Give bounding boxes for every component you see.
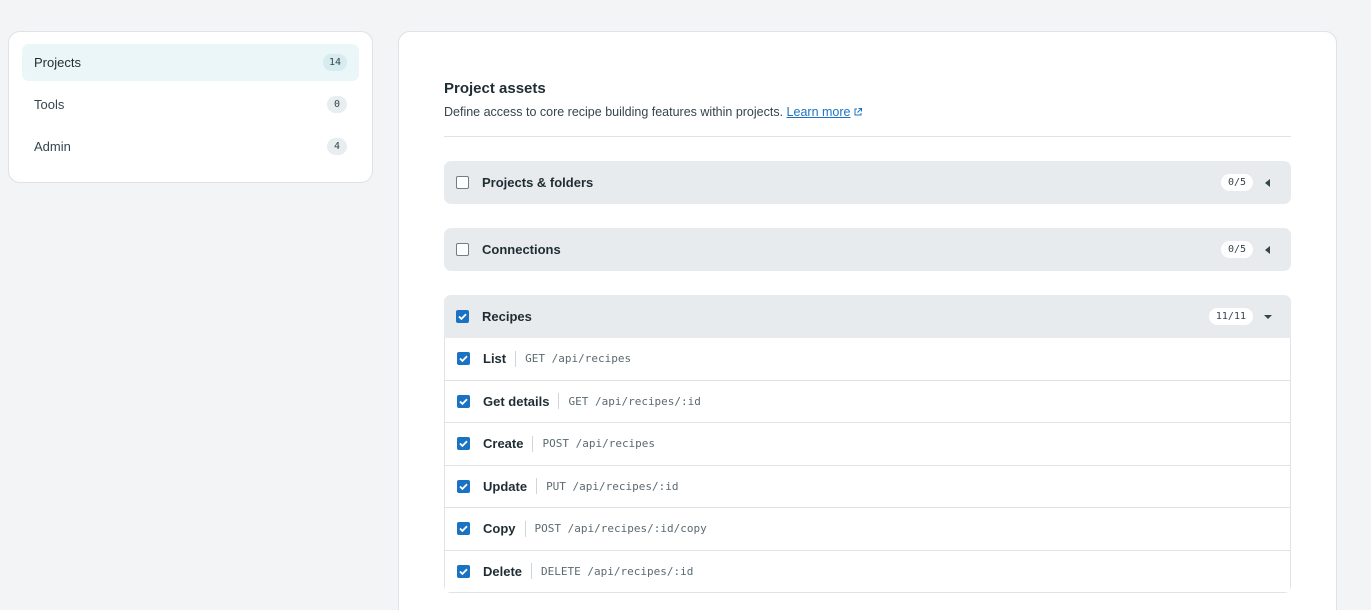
group-count-badge: 0/5 (1220, 174, 1253, 191)
sidebar-item-tools[interactable]: Tools 0 (22, 86, 359, 123)
op-endpoint: POST /api/recipes (542, 437, 656, 451)
recipe-op-row: Copy POST /api/recipes/:id/copy (444, 508, 1291, 551)
page-title: Project assets (444, 80, 546, 97)
op-checkbox[interactable] (457, 479, 470, 493)
group-projects-folders: Projects & folders 0/5 (444, 161, 1291, 204)
op-endpoint: PUT /api/recipes/:id (546, 479, 679, 493)
group-count-badge: 0/5 (1220, 241, 1253, 258)
op-separator (524, 520, 526, 537)
sidebar-item-count: 0 (327, 96, 347, 113)
external-link-icon (854, 108, 863, 116)
sidebar-item-label: Admin (34, 139, 71, 154)
op-checkbox[interactable] (457, 564, 470, 578)
op-endpoint: GET /api/recipes (525, 352, 632, 366)
group-label: Connections (482, 242, 561, 257)
op-name: Create (483, 436, 524, 452)
op-checkbox[interactable] (457, 352, 470, 366)
sidebar-item-admin[interactable]: Admin 4 (22, 128, 359, 165)
subtitle-text: Define access to core recipe building fe… (444, 105, 784, 119)
group-label: Projects & folders (482, 175, 594, 190)
op-name: Get details (483, 393, 550, 409)
op-separator (558, 393, 560, 410)
group-header[interactable]: Connections 0/5 (444, 228, 1291, 271)
caret-left-icon[interactable] (1257, 175, 1279, 191)
sidebar-item-label: Projects (34, 55, 81, 70)
op-endpoint: POST /api/recipes/:id/copy (534, 522, 707, 536)
op-checkbox[interactable] (457, 437, 470, 451)
group-checkbox[interactable] (456, 176, 469, 189)
caret-left-icon[interactable] (1257, 242, 1279, 258)
recipe-op-row: Create POST /api/recipes (444, 423, 1291, 466)
op-endpoint: GET /api/recipes/:id (568, 394, 701, 408)
sidebar-item-label: Tools (34, 97, 65, 112)
sidebar-item-projects[interactable]: Projects 14 (22, 44, 359, 81)
page-subtitle: Define access to core recipe building fe… (444, 105, 1291, 119)
main-panel: Project assets Define access to core rec… (398, 31, 1337, 610)
op-separator (536, 478, 538, 495)
recipe-op-row: List GET /api/recipes (444, 338, 1291, 381)
op-name: List (483, 351, 507, 367)
op-separator (532, 435, 534, 452)
group-connections: Connections 0/5 (444, 228, 1291, 271)
learn-more-label: Learn more (786, 105, 851, 119)
caret-down-icon[interactable] (1257, 309, 1279, 325)
sidebar-item-count: 4 (327, 138, 347, 155)
recipe-op-row: Update PUT /api/recipes/:id (444, 465, 1291, 508)
op-checkbox[interactable] (457, 394, 470, 408)
group-checkbox[interactable] (456, 310, 469, 323)
group-label: Recipes (482, 309, 532, 324)
divider (444, 136, 1291, 137)
op-name: Copy (483, 521, 516, 537)
recipe-op-row: Delete DELETE /api/recipes/:id (444, 550, 1291, 593)
op-name: Update (483, 478, 528, 494)
sidebar-item-count: 14 (322, 54, 347, 71)
recipe-op-row: Get details GET /api/recipes/:id (444, 380, 1291, 423)
group-checkbox[interactable] (456, 243, 469, 256)
sidebar: Projects 14 Tools 0 Admin 4 (8, 31, 373, 183)
op-separator (531, 563, 533, 580)
op-checkbox[interactable] (457, 522, 470, 536)
group-count-badge: 11/11 (1208, 308, 1253, 325)
group-header[interactable]: Projects & folders 0/5 (444, 161, 1291, 204)
learn-more-link[interactable]: Learn more (787, 105, 864, 119)
op-endpoint: DELETE /api/recipes/:id (541, 564, 694, 578)
group-recipes: Recipes 11/11 List GET /api/recipes Get … (444, 295, 1291, 593)
op-name: Delete (483, 563, 523, 579)
group-header[interactable]: Recipes 11/11 (444, 295, 1291, 338)
op-separator (515, 350, 517, 367)
